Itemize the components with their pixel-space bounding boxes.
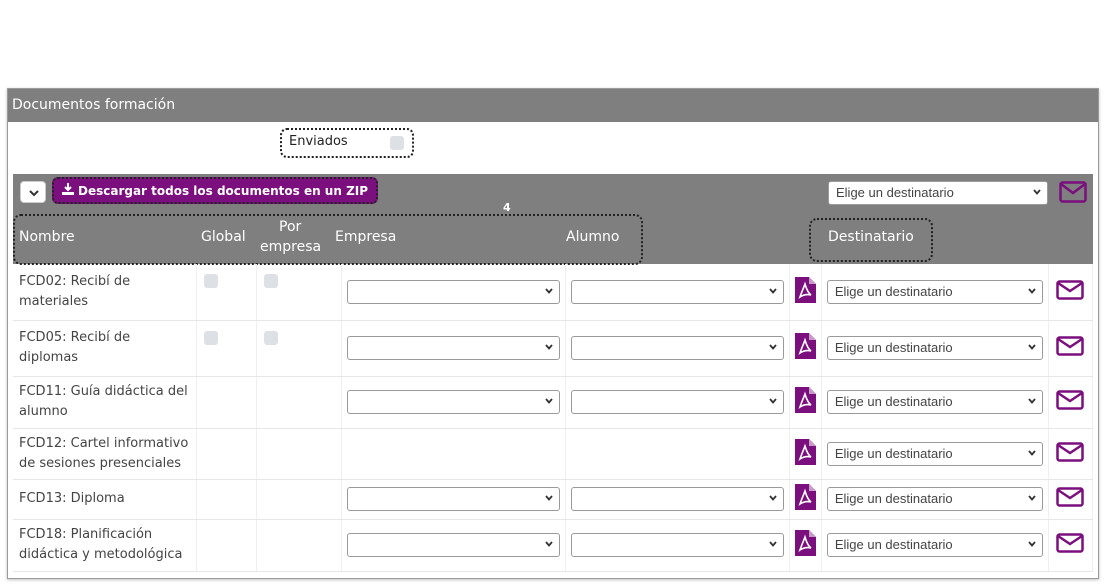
por-empresa-checkbox[interactable] bbox=[264, 330, 279, 345]
recipient-value: Elige un destinatario bbox=[834, 491, 953, 506]
top-recipient-select[interactable]: Elige un destinatario bbox=[828, 181, 1048, 205]
document-name-line2: de sesiones presenciales bbox=[19, 455, 182, 471]
pdf-icon[interactable] bbox=[795, 484, 817, 510]
chevron-down-icon bbox=[769, 344, 777, 350]
table-row: FCD13: Diploma Elige un destinatario bbox=[13, 479, 1094, 520]
recipient-select[interactable]: Elige un destinatario bbox=[826, 533, 1043, 557]
alumno-select[interactable] bbox=[571, 336, 785, 360]
table-row: FCD11: Guía didáctica del alumno Elige un … bbox=[13, 376, 1094, 429]
bulk-action-select[interactable] bbox=[20, 181, 46, 203]
chevron-down-icon bbox=[545, 398, 553, 404]
chevron-down-icon bbox=[1027, 288, 1036, 294]
chevron-down-icon bbox=[1033, 189, 1041, 195]
chevron-down-icon bbox=[1027, 541, 1036, 547]
recipient-value: Elige un destinatario bbox=[834, 340, 953, 355]
pdf-icon[interactable] bbox=[795, 438, 817, 465]
global-checkbox[interactable] bbox=[203, 330, 218, 345]
pdf-icon[interactable] bbox=[795, 387, 817, 413]
empresa-select[interactable] bbox=[346, 487, 560, 511]
document-name: FCD13: Diploma bbox=[13, 479, 197, 520]
chevron-down-icon bbox=[1027, 495, 1036, 501]
chevron-down-icon bbox=[545, 288, 553, 294]
por-empresa-checkbox[interactable] bbox=[264, 274, 279, 288]
document-name-line2: alumno bbox=[19, 404, 68, 419]
highlight-columns bbox=[13, 214, 643, 265]
recipient-select[interactable]: Elige un destinatario bbox=[826, 336, 1043, 360]
document-name-line2: didáctica y metodológica bbox=[19, 547, 183, 562]
global-checkbox[interactable] bbox=[203, 274, 218, 288]
recipient-select[interactable]: Elige un destinatario bbox=[826, 487, 1043, 511]
document-name-line1: FCD11: Guía didáctica del bbox=[19, 384, 188, 399]
chevron-down-icon bbox=[1027, 344, 1036, 350]
chevron-down-icon bbox=[769, 495, 777, 501]
document-name: FCD11: Guía didáctica del alumno bbox=[13, 376, 197, 429]
chevron-down-icon bbox=[769, 288, 777, 294]
table-row: FCD02: Recibí de materiales Elige un desti… bbox=[13, 264, 1094, 321]
recipient-select[interactable]: Elige un destinatario bbox=[826, 441, 1043, 466]
enviados-filter[interactable]: Enviados bbox=[280, 128, 414, 158]
document-name-line2: materiales bbox=[19, 293, 89, 309]
document-name: FCD02: Recibí de materiales bbox=[13, 264, 197, 321]
recipient-value: Elige un destinatario bbox=[834, 537, 953, 552]
table-row: FCD18: Planificación didáctica y metodoló… bbox=[13, 519, 1094, 572]
documents-panel: Documentos formación Enviados Descargar … bbox=[7, 88, 1099, 579]
mail-icon[interactable] bbox=[1056, 487, 1085, 507]
send-all-mail-icon[interactable] bbox=[1059, 181, 1087, 203]
top-recipient-value: Elige un destinatario bbox=[836, 185, 954, 200]
download-zip-button[interactable]: Descargar todos los documentos en un ZIP bbox=[52, 177, 379, 204]
panel-title: Documentos formación bbox=[8, 89, 1098, 122]
document-name-line1: FCD02: Recibí de bbox=[19, 273, 131, 289]
chevron-down-icon bbox=[769, 541, 777, 547]
top-recipient-select-box: Elige un destinatario bbox=[828, 181, 1048, 205]
enviados-label: Enviados bbox=[289, 134, 348, 149]
download-icon bbox=[62, 183, 74, 195]
recipient-value: Elige un destinatario bbox=[834, 394, 953, 409]
document-name-line1: FCD18: Planificación bbox=[19, 527, 153, 542]
mail-icon[interactable] bbox=[1056, 441, 1085, 462]
chevron-down-icon bbox=[545, 495, 553, 501]
document-name: FCD18: Planificación didáctica y metodoló… bbox=[13, 519, 197, 572]
pdf-icon[interactable] bbox=[795, 276, 817, 303]
download-zip-label: Descargar todos los documentos en un ZIP bbox=[78, 184, 369, 198]
chevron-down-icon bbox=[1027, 449, 1036, 456]
documents-table: FCD02: Recibí de materiales Elige un desti… bbox=[13, 264, 1094, 572]
enviados-checkbox[interactable] bbox=[390, 136, 404, 150]
alumno-select[interactable] bbox=[571, 279, 785, 304]
highlight-destinatario bbox=[809, 218, 933, 262]
chevron-down-icon bbox=[545, 344, 553, 350]
empresa-select[interactable] bbox=[346, 390, 560, 414]
alumno-select[interactable] bbox=[571, 487, 785, 511]
chevron-down-icon bbox=[1027, 398, 1036, 404]
pdf-icon[interactable] bbox=[795, 530, 817, 556]
mail-icon[interactable] bbox=[1056, 533, 1085, 553]
empresa-select[interactable] bbox=[346, 533, 560, 557]
table-row: FCD05: Recibí de diplomas Elige un destina… bbox=[13, 320, 1094, 377]
document-name-line1: FCD05: Recibí de bbox=[19, 330, 131, 345]
document-name-line2: diplomas bbox=[19, 350, 79, 365]
chevron-down-icon bbox=[769, 398, 777, 404]
chevron-down-icon bbox=[29, 190, 39, 197]
alumno-select[interactable] bbox=[571, 533, 785, 557]
recipient-value: Elige un destinatario bbox=[834, 445, 953, 461]
recipient-value: Elige un destinatario bbox=[834, 283, 953, 299]
toolbar: Descargar todos los documentos en un ZIP… bbox=[13, 174, 1093, 212]
mail-icon[interactable] bbox=[1056, 390, 1085, 410]
document-name: FCD05: Recibí de diplomas bbox=[13, 320, 197, 377]
alumno-select[interactable] bbox=[571, 390, 785, 414]
pdf-icon[interactable] bbox=[795, 333, 817, 359]
document-name-line1: FCD13: Diploma bbox=[19, 491, 125, 506]
recipient-select[interactable]: Elige un destinatario bbox=[826, 279, 1043, 304]
empresa-select[interactable] bbox=[346, 279, 560, 304]
table-row: FCD12: Cartel informativo de sesiones pre… bbox=[13, 428, 1094, 480]
document-name-line1: FCD12: Cartel informativo bbox=[19, 435, 189, 451]
document-name: FCD12: Cartel informativo de sesiones pre… bbox=[13, 428, 197, 480]
chevron-down-icon bbox=[545, 541, 553, 547]
mail-icon[interactable] bbox=[1056, 336, 1085, 356]
mail-icon[interactable] bbox=[1056, 280, 1085, 300]
recipient-select[interactable]: Elige un destinatario bbox=[826, 390, 1043, 414]
empresa-select[interactable] bbox=[346, 336, 560, 360]
table-header: Nombre Global Por empresa Empresa Alumno… bbox=[13, 212, 1093, 265]
